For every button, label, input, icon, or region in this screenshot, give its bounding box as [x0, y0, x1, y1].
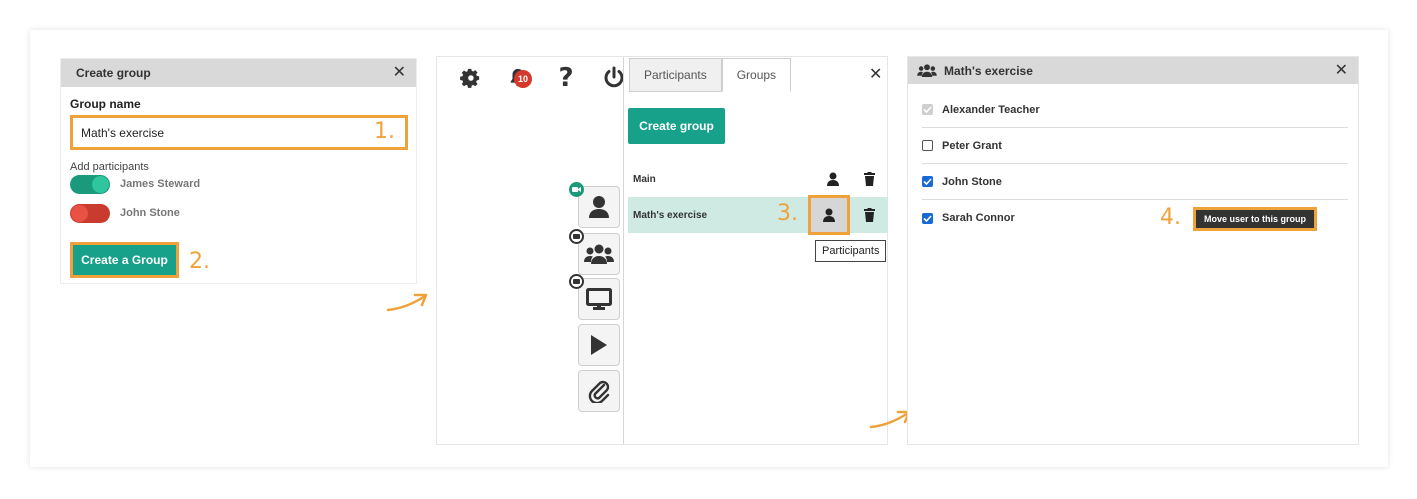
screen-share-button[interactable]	[569, 274, 620, 320]
video-camera-icon	[569, 229, 584, 244]
create-group-header: Create group ✕	[61, 59, 416, 87]
participant-name: James Steward	[120, 178, 201, 190]
user-video-button[interactable]	[569, 182, 620, 228]
participants-icon[interactable]	[808, 195, 850, 235]
group-name: Main	[633, 173, 656, 185]
trash-icon[interactable]	[859, 161, 879, 197]
user-row: John Stone	[922, 164, 1348, 200]
users-icon	[917, 64, 937, 77]
user-checkbox-checked[interactable]	[922, 176, 933, 187]
group-members-panel: Math's exercise ✕ Alexander Teacher Pete…	[907, 56, 1359, 445]
user-icon	[589, 196, 609, 218]
group-members-title: Math's exercise	[944, 63, 1033, 78]
question-icon[interactable]: ?	[553, 63, 579, 93]
user-checkbox-checked[interactable]	[922, 212, 933, 224]
video-camera-icon	[569, 274, 584, 289]
create-group-panel: Create group ✕ Group name Math's exercis…	[60, 58, 417, 284]
arrow-icon	[386, 293, 428, 312]
step-4-label: 4.	[1160, 205, 1181, 230]
participants-tooltip: Participants	[815, 240, 887, 262]
tab-groups[interactable]: Groups	[721, 58, 792, 92]
participant-toggle-on[interactable]	[70, 175, 110, 194]
close-icon[interactable]: ✕	[869, 67, 882, 83]
create-group-button[interactable]: Create group	[628, 108, 725, 144]
video-camera-icon	[569, 182, 584, 197]
group-video-button[interactable]	[569, 229, 620, 275]
tab-bar: Participants Groups	[629, 58, 792, 92]
create-group-title: Create group	[76, 66, 151, 80]
play-icon	[591, 335, 607, 355]
close-icon[interactable]: ✕	[1335, 62, 1348, 79]
group-name: Math's exercise	[633, 209, 708, 221]
group-name-label: Group name	[70, 97, 141, 111]
users-icon	[584, 244, 614, 264]
attachment-button[interactable]	[578, 370, 620, 412]
paperclip-icon	[588, 380, 610, 403]
play-button[interactable]	[578, 324, 620, 366]
step-2-label: 2.	[189, 249, 210, 274]
step-3-label: 3.	[777, 201, 798, 226]
notification-badge: 10	[514, 70, 532, 88]
group-name-input[interactable]: Math's exercise	[70, 115, 408, 150]
group-members-header: Math's exercise ✕	[908, 57, 1358, 84]
participant-name: John Stone	[120, 207, 180, 219]
monitor-icon	[586, 288, 612, 310]
trash-icon[interactable]	[859, 197, 879, 233]
user-name: Sarah Connor	[942, 212, 1015, 224]
user-name: John Stone	[942, 175, 1002, 188]
user-name: Alexander Teacher	[942, 103, 1040, 116]
close-icon[interactable]: ✕	[393, 65, 406, 81]
move-user-button[interactable]: Move user to this group	[1193, 207, 1318, 231]
user-checkbox-disabled	[922, 104, 933, 115]
create-a-group-button[interactable]: Create a Group	[70, 242, 179, 278]
panel-divider	[623, 57, 624, 444]
group-name-value: Math's exercise	[81, 125, 164, 140]
bell-icon[interactable]: 10	[505, 65, 532, 91]
toolbar: 10 ?	[457, 63, 627, 93]
participant-toggle-off[interactable]	[70, 204, 110, 223]
step-1-label: 1.	[374, 119, 395, 144]
room-panel: 10 ? Participants Groups ✕ Create group …	[436, 56, 888, 445]
participants-icon[interactable]	[816, 161, 850, 197]
user-checkbox[interactable]	[922, 140, 933, 151]
user-name: Peter Grant	[942, 139, 1002, 152]
add-participants-label: Add participants	[70, 161, 149, 173]
gear-icon[interactable]	[457, 65, 483, 91]
user-row: Peter Grant	[922, 128, 1348, 164]
tab-participants[interactable]: Participants	[629, 58, 722, 92]
user-row: Alexander Teacher	[922, 92, 1348, 128]
